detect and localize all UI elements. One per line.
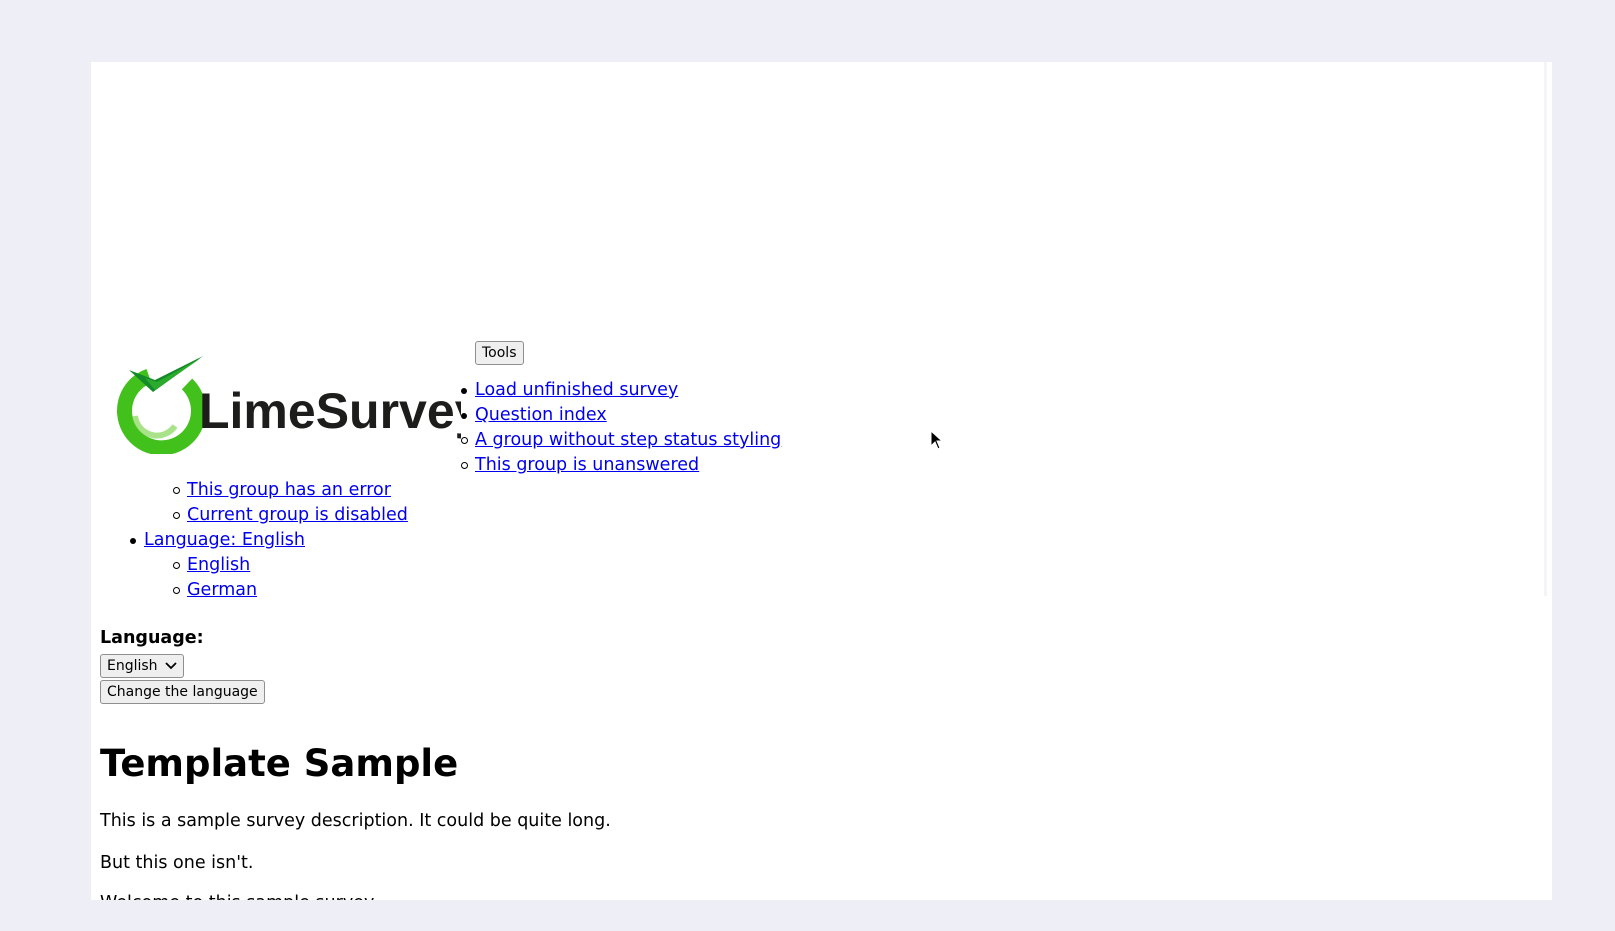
menu-item-question-index: Question index (461, 403, 607, 428)
circle-bullet-icon (173, 487, 180, 494)
bullet-icon (461, 388, 467, 394)
circle-bullet-icon (173, 512, 180, 519)
frame-scroll-edge (1544, 62, 1547, 596)
limesurvey-logo[interactable]: LimeSurvey (115, 356, 461, 454)
language-select-value: English (107, 658, 158, 674)
bullet-icon (130, 538, 136, 544)
group-disabled-link[interactable]: Current group is disabled (187, 503, 408, 528)
survey-description: This is a sample survey description. It … (100, 811, 611, 831)
language-option-german: German (173, 578, 257, 603)
tools-button[interactable]: Tools (475, 341, 524, 365)
language-german-link[interactable]: German (187, 578, 257, 603)
group-item-unanswered: This group is unanswered (461, 453, 699, 478)
chevron-down-icon (165, 662, 177, 670)
language-option-english: English (173, 553, 250, 578)
circle-bullet-icon (173, 587, 180, 594)
language-select[interactable]: English (100, 654, 184, 678)
survey-page-frame: LimeSurvey Tools Load unfinished survey … (91, 62, 1552, 900)
group-unanswered-link[interactable]: This group is unanswered (475, 453, 699, 478)
language-menu-link[interactable]: Language: English (144, 528, 305, 553)
circle-bullet-icon (461, 437, 468, 444)
group-item-disabled: Current group is disabled (173, 503, 408, 528)
menu-item-load-unfinished: Load unfinished survey (461, 378, 678, 403)
load-unfinished-survey-link[interactable]: Load unfinished survey (475, 378, 678, 403)
mouse-cursor-icon (930, 430, 944, 450)
language-english-link[interactable]: English (187, 553, 250, 578)
group-item-no-status: A group without step status styling (461, 428, 781, 453)
survey-welcome-text: Welcome to this sample survey (100, 891, 374, 900)
circle-bullet-icon (461, 462, 468, 469)
language-form-label: Language: (100, 628, 204, 648)
question-index-link[interactable]: Question index (475, 403, 607, 428)
survey-title: Template Sample (100, 742, 459, 785)
group-item-error: This group has an error (173, 478, 391, 503)
group-error-link[interactable]: This group has an error (187, 478, 391, 503)
logo-wordmark: LimeSurvey (199, 383, 461, 439)
circle-bullet-icon (173, 562, 180, 569)
bullet-icon (461, 413, 467, 419)
group-without-status-link[interactable]: A group without step status styling (475, 428, 781, 453)
menu-item-language: Language: English (130, 528, 305, 553)
limesurvey-logo-icon: LimeSurvey (117, 356, 461, 454)
change-language-button[interactable]: Change the language (100, 680, 265, 704)
survey-description-secondary: But this one isn't. (100, 853, 254, 873)
